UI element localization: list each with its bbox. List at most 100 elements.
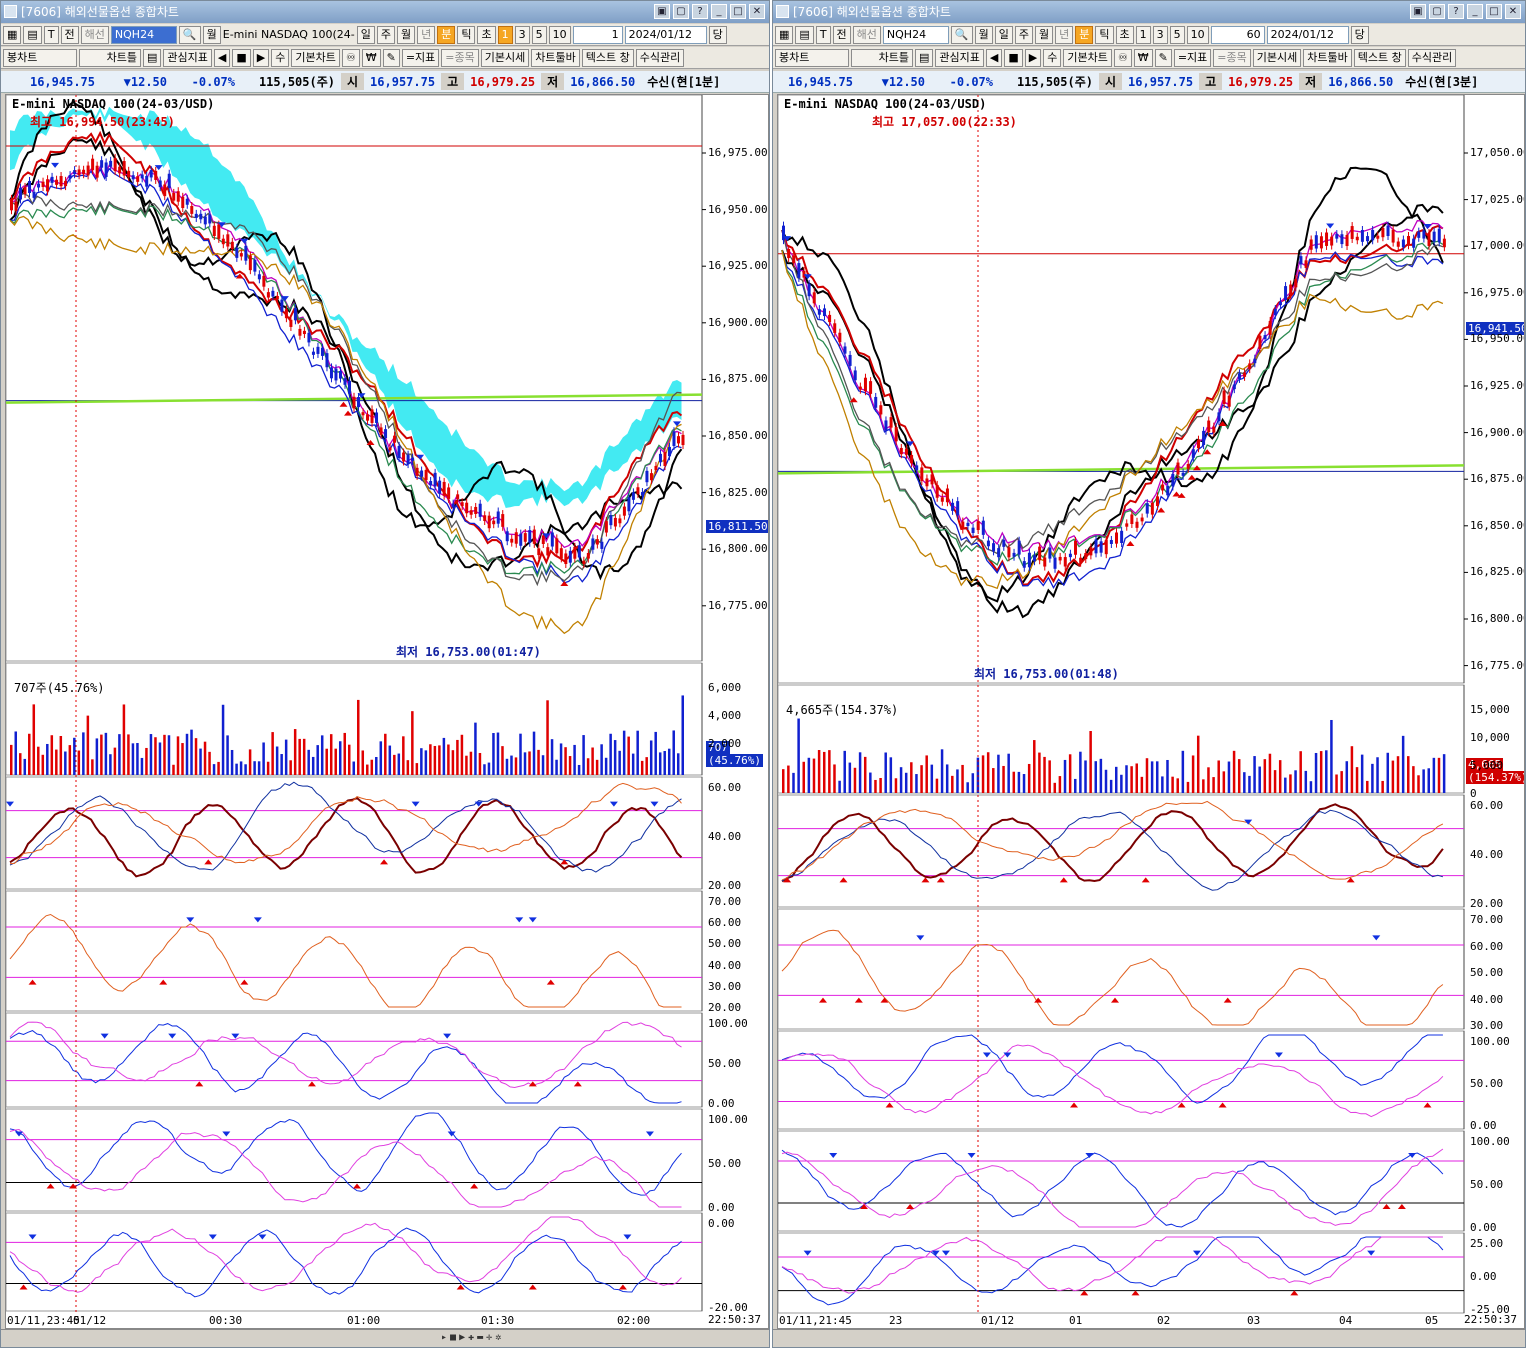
market-button[interactable]: 해선 (852, 25, 881, 44)
interval-select[interactable]: 1 (572, 25, 623, 44)
period-year[interactable]: 년 (1055, 25, 1074, 44)
grid-icon[interactable]: ▦ (3, 25, 22, 44)
today-button[interactable]: 당 (708, 25, 727, 44)
restore-icon[interactable]: ▢ (673, 4, 689, 19)
chart-frame-button[interactable]: 차트틀 (851, 48, 913, 67)
market-button[interactable]: 해선 (80, 25, 109, 44)
stop-icon[interactable]: ■ (450, 1332, 456, 1343)
next-icon[interactable]: ▶ (1024, 48, 1042, 67)
grid-icon[interactable]: ▦ (775, 25, 794, 44)
play-icon[interactable]: ▶ (459, 1332, 465, 1343)
symbol-button[interactable]: =종목 (441, 48, 479, 67)
prev-icon[interactable]: ◀ (985, 48, 1003, 67)
candle-chart-button[interactable]: 봉차트 (775, 48, 849, 67)
scroll-left-icon[interactable]: ▸ (441, 1332, 447, 1343)
all-button[interactable]: 전 (832, 25, 851, 44)
period-year[interactable]: 년 (417, 25, 436, 44)
save-icon[interactable]: ▤ (143, 48, 162, 67)
won-icon[interactable]: ₩ (361, 48, 381, 67)
restore-icon[interactable]: ▢ (1429, 4, 1445, 19)
glasses-icon[interactable]: ♾ (1113, 48, 1132, 67)
stop-icon[interactable]: ■ (232, 48, 251, 67)
symbol-input[interactable]: NQH24 (882, 25, 949, 44)
today-button[interactable]: 당 (1350, 25, 1369, 44)
glasses-icon[interactable]: ♾ (341, 48, 360, 67)
chart-frame-button[interactable]: 차트틀 (79, 48, 141, 67)
interest-indicator-button[interactable]: 관심지표 (163, 48, 212, 67)
text-window-button[interactable]: 텍스트 창 (1353, 48, 1406, 67)
interval-1[interactable]: 1 (497, 25, 513, 44)
formula-button[interactable]: 수식관리 (635, 48, 685, 67)
template-icon[interactable]: T (43, 25, 59, 44)
help-icon[interactable]: ? (1448, 4, 1464, 19)
won-icon[interactable]: ₩ (1133, 48, 1153, 67)
period-minute[interactable]: 분 (437, 25, 456, 44)
chart-canvas[interactable]: E-mini NASDAQ 100(24-03/USD) 최고 16,994.5… (5, 94, 769, 1329)
period-second[interactable]: 초 (477, 25, 496, 44)
tool-icon[interactable]: ✎ (1154, 48, 1172, 67)
interval-3[interactable]: 3 (1152, 25, 1168, 44)
zoom-in-icon[interactable]: ✚ (468, 1332, 474, 1343)
zoom-out-icon[interactable]: ▬ (477, 1332, 483, 1343)
next-icon[interactable]: ▶ (252, 48, 270, 67)
period-week[interactable]: 주 (376, 25, 395, 44)
layout-icon[interactable]: ▤ (795, 25, 814, 44)
help-icon[interactable]: ? (692, 4, 708, 19)
period-tick[interactable]: 틱 (1095, 25, 1114, 44)
chart-canvas[interactable]: E-mini NASDAQ 100(24-03/USD) 최고 17,057.0… (777, 94, 1525, 1329)
date-input[interactable]: 2024/01/12 (624, 25, 707, 44)
count-button[interactable]: 수 (1043, 48, 1062, 67)
minimize-icon[interactable]: _ (1467, 4, 1483, 19)
interval-1[interactable]: 1 (1135, 25, 1151, 44)
close-icon[interactable]: ✕ (749, 4, 765, 19)
layout-icon[interactable]: ▤ (23, 25, 42, 44)
add-icon[interactable]: ✛ (486, 1332, 492, 1343)
close-icon[interactable]: ✕ (1505, 4, 1521, 19)
month-button[interactable]: 월 (974, 25, 993, 44)
template-icon[interactable]: T (815, 25, 831, 44)
save-icon[interactable]: ▤ (915, 48, 934, 67)
basic-quote-button[interactable]: 기본시세 (1252, 48, 1302, 67)
period-month[interactable]: 월 (1035, 25, 1054, 44)
search-icon[interactable]: 🔍 (178, 25, 201, 44)
search-icon[interactable]: 🔍 (950, 25, 973, 44)
maximize-icon[interactable]: □ (1486, 4, 1502, 19)
interval-5[interactable]: 5 (1169, 25, 1185, 44)
date-input[interactable]: 2024/01/12 (1266, 25, 1349, 44)
maximize-icon[interactable]: □ (730, 4, 746, 19)
interval-10[interactable]: 10 (548, 25, 571, 44)
symbol-input[interactable]: NQH24 (110, 25, 177, 44)
minimize-icon[interactable]: _ (711, 4, 727, 19)
candle-chart-button[interactable]: 봉차트 (3, 48, 77, 67)
period-month[interactable]: 월 (396, 25, 416, 44)
settings-icon[interactable]: ✲ (495, 1332, 501, 1343)
basic-chart-button[interactable]: 기본차트 (291, 48, 340, 67)
indicator-button[interactable]: =지표 (1173, 48, 1212, 67)
period-day[interactable]: 일 (994, 25, 1013, 44)
interval-10[interactable]: 10 (1186, 25, 1209, 44)
interval-5[interactable]: 5 (531, 25, 547, 44)
tool-icon[interactable]: ✎ (382, 48, 400, 67)
formula-button[interactable]: 수식관리 (1407, 48, 1457, 67)
interval-3[interactable]: 3 (514, 25, 530, 44)
link-icon[interactable]: ▣ (654, 4, 670, 19)
interest-indicator-button[interactable]: 관심지표 (935, 48, 984, 67)
period-week[interactable]: 주 (1014, 25, 1033, 44)
text-window-button[interactable]: 텍스트 창 (581, 48, 634, 67)
chart-toolbar-button[interactable]: 차트툴바 (531, 48, 580, 67)
interval-select[interactable]: 60 (1210, 25, 1265, 44)
all-button[interactable]: 전 (60, 25, 79, 44)
basic-chart-button[interactable]: 기본차트 (1063, 48, 1112, 67)
period-minute[interactable]: 분 (1075, 25, 1094, 44)
basic-quote-button[interactable]: 기본시세 (480, 48, 530, 67)
chart-svg[interactable] (6, 95, 769, 1314)
prev-icon[interactable]: ◀ (213, 48, 231, 67)
link-icon[interactable]: ▣ (1410, 4, 1426, 19)
stop-icon[interactable]: ■ (1004, 48, 1023, 67)
period-second[interactable]: 초 (1115, 25, 1134, 44)
chart-toolbar-button[interactable]: 차트툴바 (1303, 48, 1352, 67)
period-day[interactable]: 일 (356, 25, 375, 44)
period-tick[interactable]: 틱 (457, 25, 476, 44)
indicator-button[interactable]: =지표 (401, 48, 440, 67)
symbol-button[interactable]: =종목 (1213, 48, 1251, 67)
